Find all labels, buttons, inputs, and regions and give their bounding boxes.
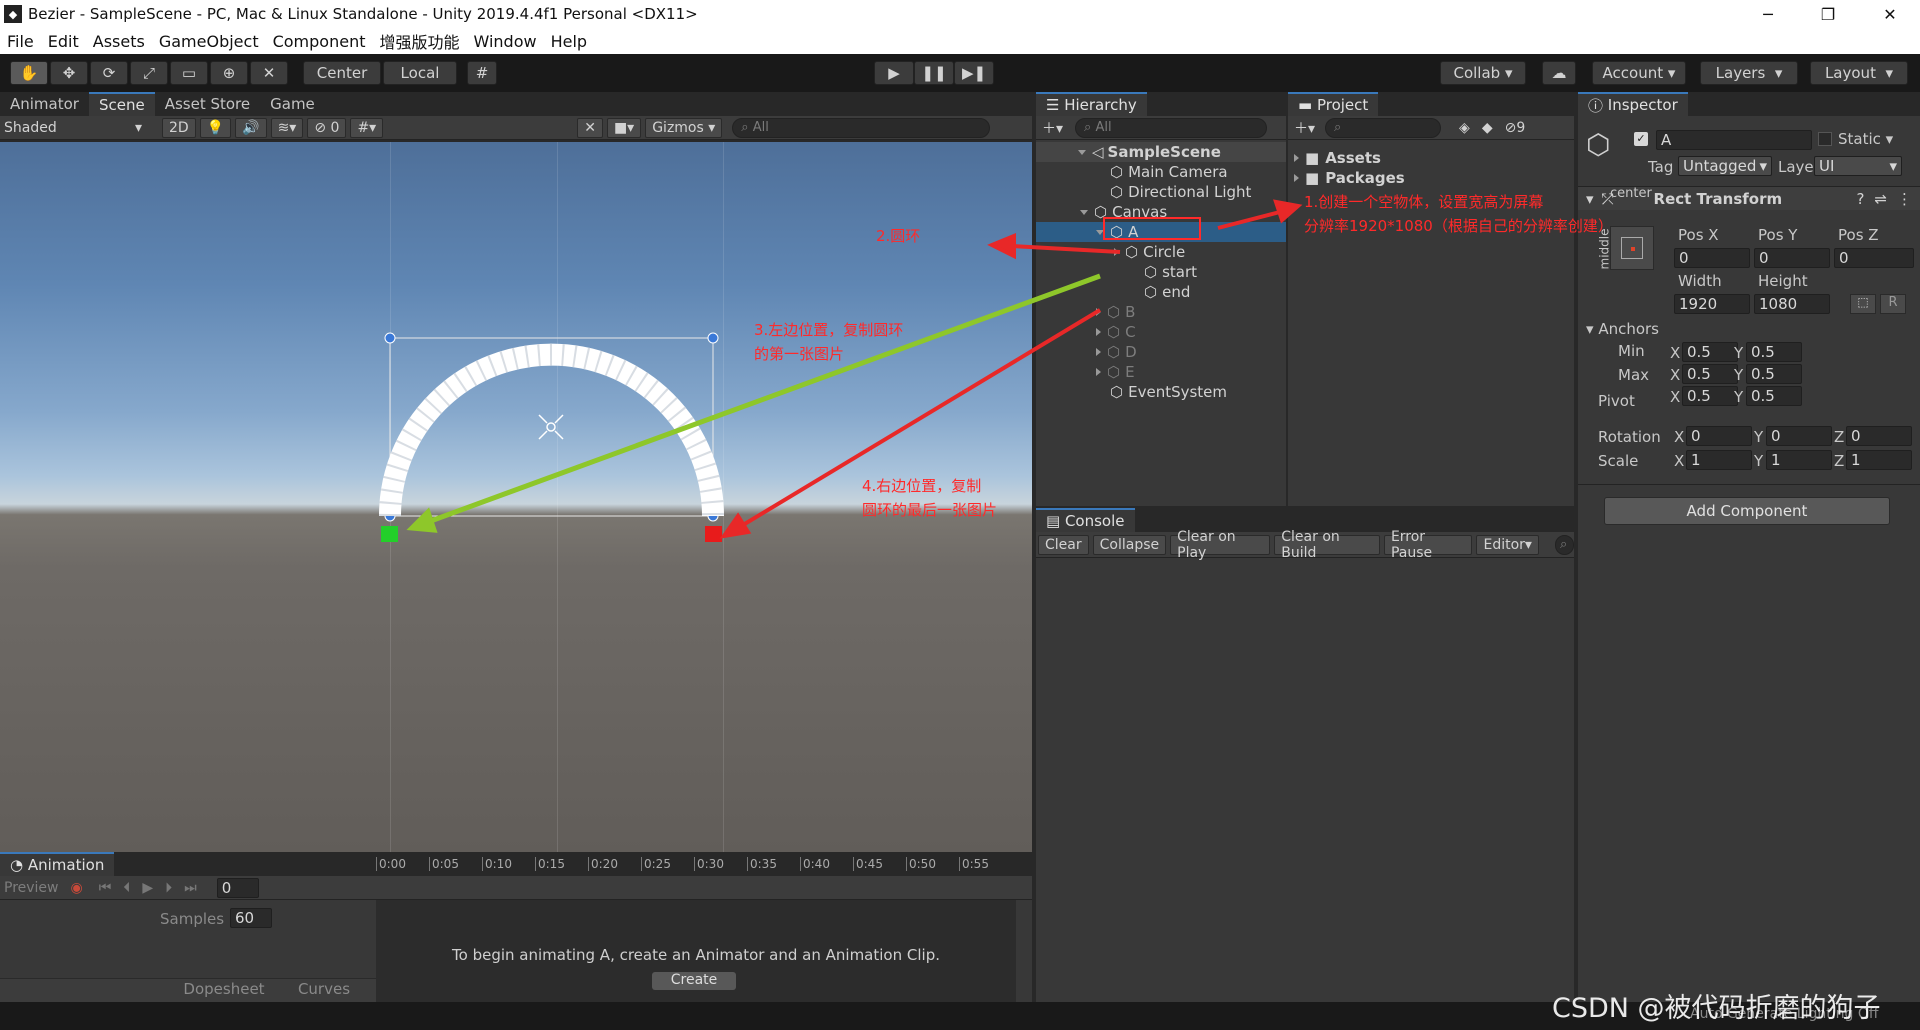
arrow-2 bbox=[1011, 244, 1121, 254]
annotation-3-line1: 3.左边位置，复制圆环 bbox=[754, 321, 904, 339]
watermark: CSDN @被代码折磨的狗子 bbox=[1552, 993, 1881, 1024]
highlight-box-a bbox=[1103, 217, 1201, 240]
arrow-3-head bbox=[406, 507, 438, 533]
annotation-3-line2: 的第一张图片 bbox=[754, 345, 845, 363]
arrow-2-head bbox=[987, 233, 1016, 260]
annotation-1-line1: 1.创建一个空物体，设置宽高为屏幕 bbox=[1304, 193, 1544, 211]
annotation-2: 2.圆环 bbox=[876, 227, 921, 245]
arrow-1 bbox=[1217, 210, 1281, 230]
arrow-3 bbox=[427, 273, 1101, 525]
arrow-1-head bbox=[1273, 199, 1303, 224]
arrow-4-head bbox=[719, 512, 752, 539]
annotation-1-line2: 分辨率1920*1080（根据自己的分辨率创建） bbox=[1304, 217, 1613, 235]
annotation-4-line2: 圆环的最后一张图片 bbox=[862, 501, 998, 519]
annotation-4-line1: 4.右边位置，复制 bbox=[862, 477, 982, 495]
